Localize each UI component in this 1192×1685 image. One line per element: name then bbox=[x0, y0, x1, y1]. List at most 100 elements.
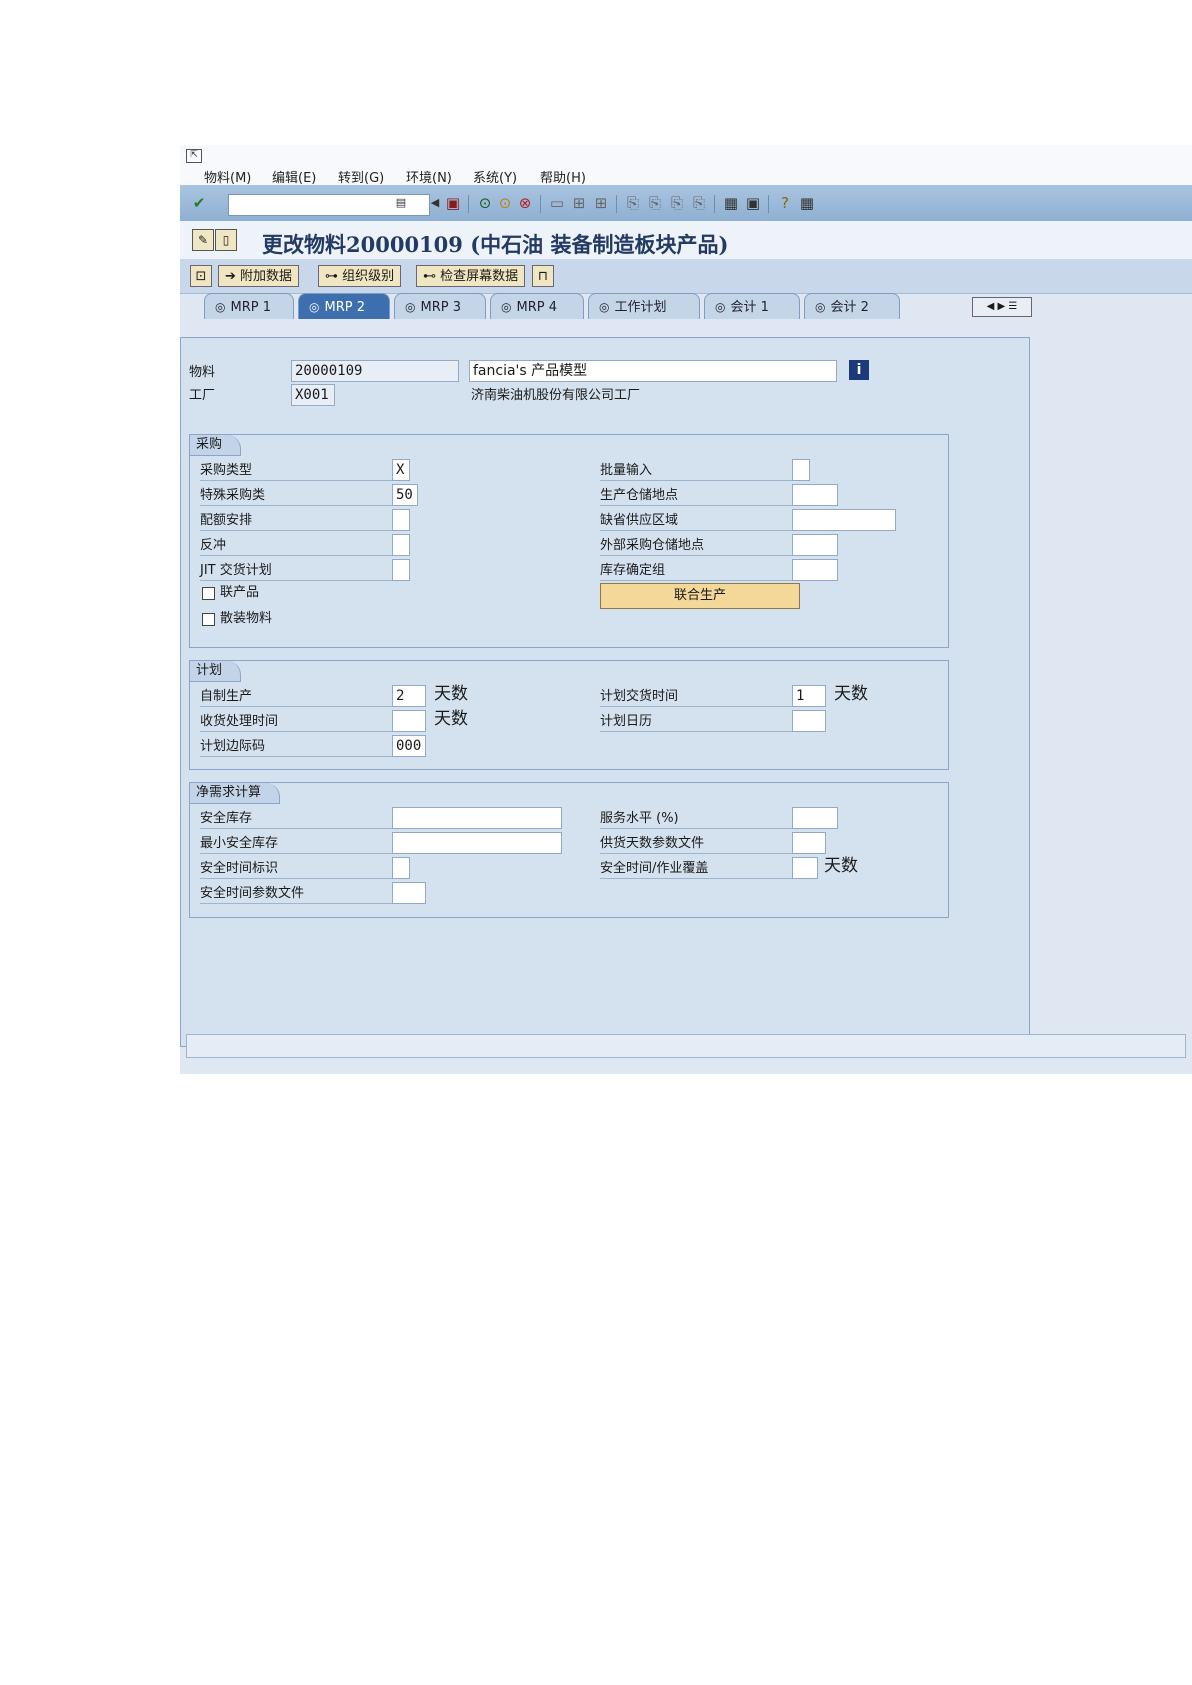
safety-time-label: 安全时间/作业覆盖 bbox=[600, 859, 792, 879]
procurement-group: 采购 采购类型 X 特殊采购类 50 配额安排 反冲 JIT 交货计划 联产品 … bbox=[189, 434, 949, 648]
layout-menu-icon[interactable]: ▦ bbox=[798, 194, 816, 212]
min-safety-stock-field[interactable] bbox=[392, 832, 562, 854]
planning-calendar-field[interactable] bbox=[792, 710, 826, 732]
planned-delivery-time-label: 计划交货时间 bbox=[600, 687, 792, 707]
menu-edit[interactable]: 编辑(E) bbox=[272, 167, 316, 186]
planned-delivery-time-unit: 天数 bbox=[834, 684, 868, 704]
planning-title: 计划 bbox=[190, 661, 242, 682]
inhouse-production-unit: 天数 bbox=[434, 684, 468, 704]
additional-data-label: 附加数据 bbox=[240, 269, 293, 284]
tab-label: 会计 1 bbox=[730, 300, 769, 315]
safety-time-profile-field[interactable] bbox=[392, 882, 426, 904]
additional-data-button[interactable]: ➔ 附加数据 bbox=[218, 265, 300, 287]
menu-material[interactable]: 物料(M) bbox=[204, 167, 251, 186]
procurement-type-label: 采购类型 bbox=[200, 461, 392, 481]
last-page-icon[interactable]: ⎘ bbox=[690, 194, 708, 212]
gr-processing-time-unit: 天数 bbox=[434, 709, 468, 729]
menu-environment[interactable]: 环境(N) bbox=[406, 167, 452, 186]
bulk-material-checkbox[interactable] bbox=[202, 613, 215, 626]
min-safety-stock-label: 最小安全库存 bbox=[200, 834, 392, 854]
coproduct-checkbox[interactable] bbox=[202, 587, 215, 600]
tab-label: 会计 2 bbox=[830, 300, 869, 315]
default-supply-area-label: 缺省供应区域 bbox=[600, 511, 792, 531]
org-levels-label: 组织级别 bbox=[342, 269, 395, 284]
tab-work-scheduling[interactable]: ◎ 工作计划 bbox=[588, 293, 700, 319]
stock-determination-field[interactable] bbox=[792, 559, 838, 581]
jit-schedule-field[interactable] bbox=[392, 559, 410, 581]
tab-mrp4[interactable]: ◎ MRP 4 bbox=[490, 293, 584, 319]
enter-icon[interactable]: ✔ bbox=[190, 194, 208, 212]
batch-entry-label: 批量输入 bbox=[600, 461, 792, 481]
tab-scroll-controls[interactable]: ◀ ▶ ☰ bbox=[972, 297, 1032, 317]
check-icon: ⊷ bbox=[423, 269, 441, 284]
command-history-icon[interactable]: ▤ bbox=[392, 194, 410, 212]
exit-icon[interactable]: ⊙ bbox=[496, 194, 514, 212]
tab-mrp1[interactable]: ◎ MRP 1 bbox=[204, 293, 294, 319]
safety-time-indicator-field[interactable] bbox=[392, 857, 410, 879]
default-supply-area-field[interactable] bbox=[792, 509, 896, 531]
find-icon[interactable]: ⊞ bbox=[570, 194, 588, 212]
shortcut-icon[interactable]: ▣ bbox=[744, 194, 762, 212]
net-requirements-title: 净需求计算 bbox=[190, 783, 281, 804]
menu-system[interactable]: 系统(Y) bbox=[473, 167, 517, 186]
window-menu-icon[interactable]: ⇱ bbox=[186, 149, 202, 163]
quota-arrangement-field[interactable] bbox=[392, 509, 410, 531]
previous-page-icon[interactable]: ⎘ bbox=[646, 194, 664, 212]
service-level-field[interactable] bbox=[792, 807, 838, 829]
gr-processing-time-field[interactable] bbox=[392, 710, 426, 732]
find-next-icon[interactable]: ⊞ bbox=[592, 194, 610, 212]
tab-accounting2[interactable]: ◎ 会计 2 bbox=[804, 293, 900, 319]
bulk-material-label: 散装物料 bbox=[220, 611, 273, 626]
org-tree-icon: ⊶ bbox=[325, 269, 343, 284]
first-page-icon[interactable]: ⎘ bbox=[624, 194, 642, 212]
views-icon[interactable]: ⊡ bbox=[190, 265, 212, 287]
inhouse-production-field[interactable]: 2 bbox=[392, 685, 426, 707]
lock-icon[interactable]: ⊓ bbox=[532, 265, 554, 287]
toolbar-separator bbox=[768, 195, 769, 213]
planned-delivery-time-field[interactable]: 1 bbox=[792, 685, 826, 707]
coverage-profile-label: 供货天数参数文件 bbox=[600, 834, 792, 854]
production-storage-field[interactable] bbox=[792, 484, 838, 506]
system-toolbar: ✔ ▤ ◀ ▣ ⊙ ⊙ ⊗ ▭ ⊞ ⊞ ⎘ ⎘ ⎘ ⎘ ▦ ▣ ? ▦ bbox=[180, 185, 1192, 222]
sched-margin-key-field[interactable]: 000 bbox=[392, 735, 426, 757]
back-arrow-icon[interactable]: ◀ bbox=[426, 194, 444, 212]
next-page-icon[interactable]: ⎘ bbox=[668, 194, 686, 212]
other-material-icon[interactable]: ▯ bbox=[215, 229, 237, 251]
cancel-icon[interactable]: ⊗ bbox=[516, 194, 534, 212]
special-procurement-field[interactable]: 50 bbox=[392, 484, 418, 506]
help-icon[interactable]: ? bbox=[776, 194, 794, 212]
application-toolbar: ⊡ ➔ 附加数据 ⊶ 组织级别 ⊷ 检查屏幕数据 ⊓ bbox=[180, 259, 1192, 294]
menu-bar: ⇱ 物料(M) 编辑(E) 转到(G) 环境(N) 系统(Y) 帮助(H) bbox=[180, 145, 1192, 186]
display-change-icon[interactable]: ✎ bbox=[192, 229, 214, 251]
menu-help[interactable]: 帮助(H) bbox=[540, 167, 586, 186]
planning-calendar-label: 计划日历 bbox=[600, 712, 792, 732]
plant-description: 济南柴油机股份有限公司工厂 bbox=[471, 388, 641, 403]
material-label: 物料 bbox=[189, 365, 216, 380]
create-session-icon[interactable]: ▦ bbox=[722, 194, 740, 212]
material-number-field: 20000109 bbox=[291, 360, 459, 382]
save-icon[interactable]: ▣ bbox=[444, 194, 462, 212]
coverage-profile-field[interactable] bbox=[792, 832, 826, 854]
safety-time-field[interactable] bbox=[792, 857, 818, 879]
material-description-field[interactable]: fancia's 产品模型 bbox=[469, 360, 837, 382]
toolbar-separator bbox=[616, 195, 617, 213]
safety-stock-field[interactable] bbox=[392, 807, 562, 829]
status-bar bbox=[186, 1034, 1186, 1058]
menu-goto[interactable]: 转到(G) bbox=[338, 167, 384, 186]
info-icon[interactable]: i bbox=[849, 360, 869, 380]
backflush-field[interactable] bbox=[392, 534, 410, 556]
batch-entry-field[interactable] bbox=[792, 459, 810, 481]
tab-label: 工作计划 bbox=[614, 300, 667, 315]
procurement-type-field[interactable]: X bbox=[392, 459, 410, 481]
joint-production-button[interactable]: 联合生产 bbox=[600, 583, 800, 609]
gr-processing-time-label: 收货处理时间 bbox=[200, 712, 392, 732]
print-icon[interactable]: ▭ bbox=[548, 194, 566, 212]
back-icon[interactable]: ⊙ bbox=[476, 194, 494, 212]
tab-mrp2[interactable]: ◎ MRP 2 bbox=[298, 293, 390, 319]
external-storage-field[interactable] bbox=[792, 534, 838, 556]
org-levels-button[interactable]: ⊶ 组织级别 bbox=[318, 265, 402, 287]
tab-mrp3[interactable]: ◎ MRP 3 bbox=[394, 293, 486, 319]
check-screen-label: 检查屏幕数据 bbox=[440, 269, 519, 284]
check-screen-data-button[interactable]: ⊷ 检查屏幕数据 bbox=[416, 265, 526, 287]
tab-accounting1[interactable]: ◎ 会计 1 bbox=[704, 293, 800, 319]
